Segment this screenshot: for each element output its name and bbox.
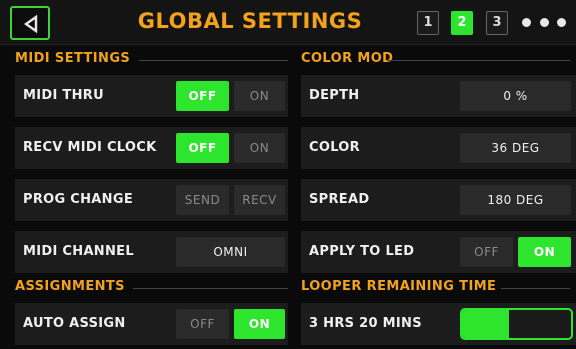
row-color: COLOR 36 DEG [301, 127, 576, 169]
back-button[interactable] [10, 6, 50, 40]
section-divider [139, 60, 288, 61]
section-divider [387, 60, 570, 61]
section-title: COLOR MOD [301, 51, 394, 66]
row-looper-remaining: 3 HRS 20 MINS [301, 303, 576, 345]
more-dots-icon[interactable] [522, 14, 566, 30]
prog-change-send-button[interactable]: SEND [176, 185, 229, 215]
row-label: MIDI THRU [23, 88, 104, 103]
recv-midi-clock-on-button[interactable]: ON [234, 133, 285, 163]
row-label: COLOR [309, 140, 360, 155]
page-button-3[interactable]: 3 [486, 11, 508, 35]
row-label: PROG CHANGE [23, 192, 133, 207]
midi-thru-on-button[interactable]: ON [234, 81, 285, 111]
row-midi-thru: MIDI THRU OFF ON [15, 75, 288, 117]
row-recv-midi-clock: RECV MIDI CLOCK OFF ON [15, 127, 288, 169]
row-apply-to-led: APPLY TO LED OFF ON [301, 231, 576, 273]
apply-to-led-off-button[interactable]: OFF [460, 237, 513, 267]
row-spread: SPREAD 180 DEG [301, 179, 576, 221]
midi-channel-value[interactable]: OMNI [176, 237, 285, 267]
row-label: AUTO ASSIGN [23, 316, 126, 331]
section-title: LOOPER REMAINING TIME [301, 279, 497, 294]
auto-assign-off-button[interactable]: OFF [176, 309, 229, 339]
midi-thru-off-button[interactable]: OFF [176, 81, 229, 111]
looper-remaining-fill [462, 310, 510, 338]
row-label: RECV MIDI CLOCK [23, 140, 157, 155]
row-label: DEPTH [309, 88, 360, 103]
section-color-mod: COLOR MOD [301, 51, 570, 69]
looper-remaining-bar [460, 308, 573, 340]
section-divider [501, 288, 570, 289]
section-looper-remaining-time: LOOPER REMAINING TIME [301, 279, 570, 297]
color-value[interactable]: 36 DEG [460, 133, 571, 163]
looper-remaining-text: 3 HRS 20 MINS [309, 316, 422, 331]
depth-value[interactable]: 0 % [460, 81, 571, 111]
prog-change-recv-button[interactable]: RECV [234, 185, 285, 215]
row-label: APPLY TO LED [309, 244, 415, 259]
section-assignments: ASSIGNMENTS [15, 279, 288, 297]
header-bar: GLOBAL SETTINGS 1 2 3 [0, 0, 576, 45]
section-midi-settings: MIDI SETTINGS [15, 51, 288, 69]
apply-to-led-on-button[interactable]: ON [518, 237, 571, 267]
page-button-1[interactable]: 1 [417, 11, 439, 35]
row-auto-assign: AUTO ASSIGN OFF ON [15, 303, 288, 345]
section-divider [133, 288, 288, 289]
page-button-2[interactable]: 2 [451, 11, 473, 35]
section-title: ASSIGNMENTS [15, 279, 125, 294]
row-depth: DEPTH 0 % [301, 75, 576, 117]
recv-midi-clock-off-button[interactable]: OFF [176, 133, 229, 163]
page-title: GLOBAL SETTINGS [137, 9, 363, 33]
row-midi-channel: MIDI CHANNEL OMNI [15, 231, 288, 273]
section-title: MIDI SETTINGS [15, 51, 131, 66]
spread-value[interactable]: 180 DEG [460, 185, 571, 215]
row-label: SPREAD [309, 192, 370, 207]
auto-assign-on-button[interactable]: ON [234, 309, 285, 339]
row-label: MIDI CHANNEL [23, 244, 134, 259]
row-prog-change: PROG CHANGE SEND RECV [15, 179, 288, 221]
back-arrow-icon [23, 15, 38, 33]
